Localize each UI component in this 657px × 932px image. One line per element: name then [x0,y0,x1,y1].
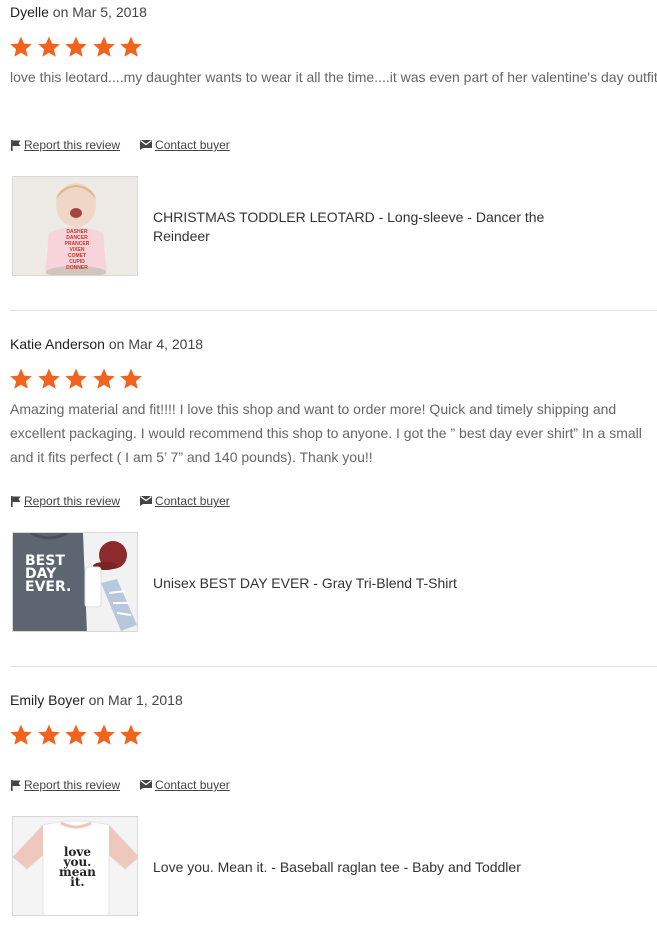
review-header: Katie Anderson on Mar 4, 2018 [10,336,203,352]
review-date: on Mar 5, 2018 [48,4,147,20]
report-review-label[interactable]: Report this review [24,138,120,152]
star-icon [10,724,32,745]
review-date: on Mar 4, 2018 [104,336,204,352]
review-header: Dyelle on Mar 5, 2018 [10,4,147,20]
thumb-shirt-text: love you. mean it. [59,846,96,888]
report-review-label[interactable]: Report this review [24,494,120,508]
contact-buyer-label[interactable]: Contact buyer [155,138,230,152]
contact-buyer-link[interactable]: Contact buyer [140,138,230,152]
report-review-link[interactable]: Report this review [11,494,120,508]
reviewer-name[interactable]: Dyelle [10,4,49,20]
review-actions: Report this review Contact buyer [11,494,250,508]
envelope-icon [140,496,153,506]
envelope-icon [140,140,153,150]
product-title[interactable]: CHRISTMAS TODDLER LEOTARD - Long-sleeve … [153,208,553,246]
report-review-link[interactable]: Report this review [11,778,120,792]
flag-icon [11,779,21,791]
contact-buyer-link[interactable]: Contact buyer [140,494,230,508]
reviewer-name[interactable]: Katie Anderson [10,336,105,352]
contact-buyer-link[interactable]: Contact buyer [140,778,230,792]
star-rating [9,35,143,59]
review-divider [10,666,657,667]
review-date: on Mar 1, 2018 [84,692,183,708]
review-actions: Report this review Contact buyer [11,778,250,792]
star-rating [9,723,143,747]
report-review-label[interactable]: Report this review [24,778,120,792]
review-divider [10,310,657,311]
product-title[interactable]: Unisex BEST DAY EVER - Gray Tri-Blend T-… [153,574,573,593]
star-icon [92,368,115,389]
star-icon [65,36,87,57]
star-icon [92,36,115,57]
star-icon [10,36,32,57]
product-title[interactable]: Love you. Mean it. - Baseball raglan tee… [153,858,573,877]
contact-buyer-label[interactable]: Contact buyer [155,494,230,508]
product-thumbnail[interactable]: DASHER DANCER PRANCER VIXEN COMET CUPID … [12,176,138,276]
star-icon [37,368,60,389]
thumb-text-line: EVER. [25,579,72,595]
star-rating [9,367,143,391]
product-thumbnail[interactable]: BEST DAY EVER. [12,532,138,632]
star-icon [120,724,143,745]
flag-icon [11,139,21,151]
star-icon [65,368,87,389]
reviewer-name[interactable]: Emily Boyer [10,692,85,708]
review-text: Amazing material and fit!!!! I love this… [10,401,642,465]
star-icon [120,368,143,389]
review-text: love this leotard....my daughter wants t… [10,69,657,85]
product-thumbnail[interactable]: love you. mean it. [12,816,138,916]
thumb-text-line: DONNER [66,265,88,271]
review-header: Emily Boyer on Mar 1, 2018 [10,692,183,708]
star-icon [10,368,32,389]
star-icon [37,724,60,745]
report-review-link[interactable]: Report this review [11,138,120,152]
thumb-shirt-text: DASHER DANCER PRANCER VIXEN COMET CUPID … [57,229,97,271]
review-actions: Report this review Contact buyer [11,138,250,152]
star-icon [120,36,143,57]
flag-icon [11,495,21,507]
star-icon [92,724,115,745]
star-icon [65,724,87,745]
thumb-shirt-text: BEST DAY EVER. [25,554,72,595]
envelope-icon [140,780,153,790]
contact-buyer-label[interactable]: Contact buyer [155,778,230,792]
star-icon [37,36,60,57]
